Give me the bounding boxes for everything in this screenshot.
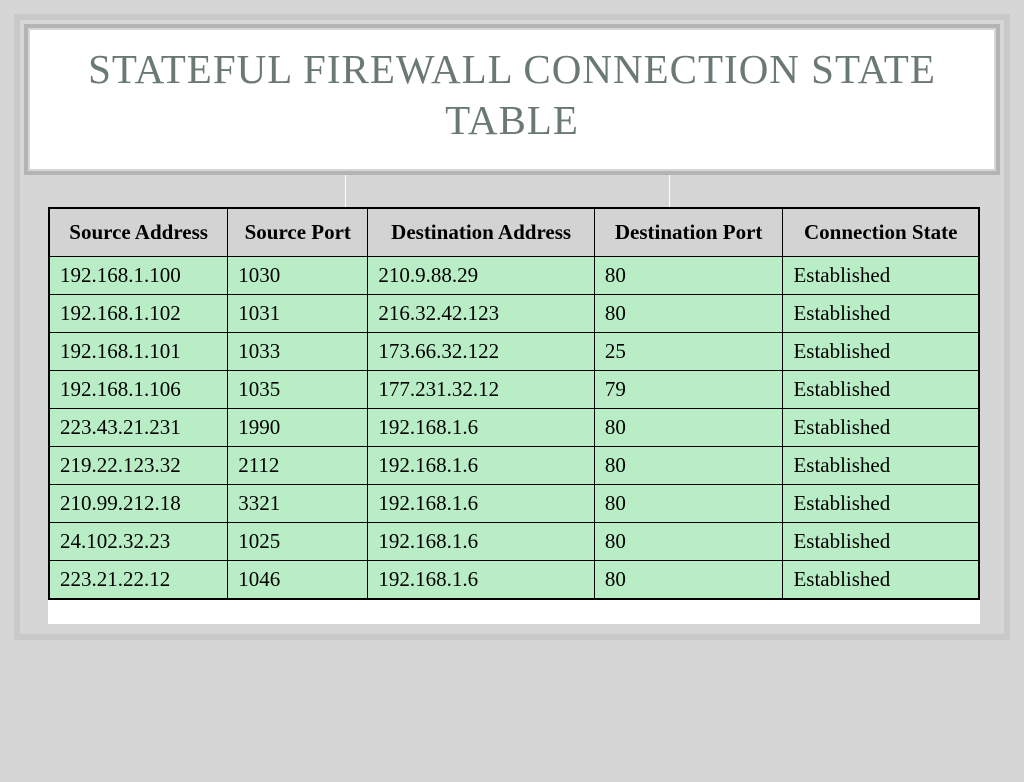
table-cell: Established: [783, 484, 979, 522]
table-cell: 80: [594, 256, 783, 294]
table-row: 24.102.32.231025192.168.1.680Established: [49, 522, 979, 560]
table-cell: 80: [594, 446, 783, 484]
slide-frame: STATEFUL FIREWALL CONNECTION STATE TABLE…: [14, 14, 1010, 640]
table-row: 192.168.1.1011033173.66.32.12225Establis…: [49, 332, 979, 370]
title-frame: STATEFUL FIREWALL CONNECTION STATE TABLE: [24, 24, 1000, 175]
table-row: 192.168.1.1061035177.231.32.1279Establis…: [49, 370, 979, 408]
table-cell: Established: [783, 370, 979, 408]
table-cell: 192.168.1.6: [368, 484, 595, 522]
table-cell: 2112: [228, 446, 368, 484]
page-title: STATEFUL FIREWALL CONNECTION STATE TABLE: [50, 44, 974, 147]
th-source-port: Source Port: [228, 208, 368, 257]
table-cell: 210.99.212.18: [49, 484, 228, 522]
table-cell: 192.168.1.6: [368, 446, 595, 484]
table-cell: 223.43.21.231: [49, 408, 228, 446]
table-cell: 1990: [228, 408, 368, 446]
table-header-row: Source Address Source Port Destination A…: [49, 208, 979, 257]
table-cell: 80: [594, 560, 783, 599]
table-cell: 79: [594, 370, 783, 408]
table-row: 210.99.212.183321192.168.1.680Establishe…: [49, 484, 979, 522]
table-cell: 80: [594, 408, 783, 446]
table-cell: 210.9.88.29: [368, 256, 595, 294]
table-cell: 173.66.32.122: [368, 332, 595, 370]
th-destination-address: Destination Address: [368, 208, 595, 257]
th-destination-port: Destination Port: [594, 208, 783, 257]
table-cell: 192.168.1.101: [49, 332, 228, 370]
table-cell: 1025: [228, 522, 368, 560]
table-container: Source Address Source Port Destination A…: [48, 207, 980, 624]
table-cell: 25: [594, 332, 783, 370]
table-cell: 80: [594, 522, 783, 560]
table-cell: 192.168.1.100: [49, 256, 228, 294]
table-cell: 1030: [228, 256, 368, 294]
table-cell: 24.102.32.23: [49, 522, 228, 560]
table-row: 223.43.21.2311990192.168.1.680Establishe…: [49, 408, 979, 446]
table-cell: 1033: [228, 332, 368, 370]
th-connection-state: Connection State: [783, 208, 979, 257]
table-row: 192.168.1.1001030210.9.88.2980Establishe…: [49, 256, 979, 294]
table-cell: 80: [594, 294, 783, 332]
table-cell: 3321: [228, 484, 368, 522]
connection-state-table: Source Address Source Port Destination A…: [48, 207, 980, 600]
table-cell: Established: [783, 332, 979, 370]
table-row: 223.21.22.121046192.168.1.680Established: [49, 560, 979, 599]
table-cell: Established: [783, 446, 979, 484]
table-cell: 1046: [228, 560, 368, 599]
table-cell: Established: [783, 256, 979, 294]
th-source-address: Source Address: [49, 208, 228, 257]
table-cell: 177.231.32.12: [368, 370, 595, 408]
table-cell: 192.168.1.106: [49, 370, 228, 408]
table-row: 219.22.123.322112192.168.1.680Establishe…: [49, 446, 979, 484]
table-row: 192.168.1.1021031216.32.42.12380Establis…: [49, 294, 979, 332]
table-cell: 192.168.1.6: [368, 560, 595, 599]
table-cell: 1031: [228, 294, 368, 332]
table-cell: 1035: [228, 370, 368, 408]
table-cell: 219.22.123.32: [49, 446, 228, 484]
table-cell: 192.168.1.6: [368, 522, 595, 560]
table-cell: 192.168.1.102: [49, 294, 228, 332]
spacer: [20, 175, 1004, 207]
table-cell: 80: [594, 484, 783, 522]
table-cell: Established: [783, 294, 979, 332]
table-cell: 223.21.22.12: [49, 560, 228, 599]
table-cell: Established: [783, 522, 979, 560]
table-cell: 192.168.1.6: [368, 408, 595, 446]
title-container: STATEFUL FIREWALL CONNECTION STATE TABLE: [30, 30, 994, 169]
table-cell: 216.32.42.123: [368, 294, 595, 332]
table-cell: Established: [783, 408, 979, 446]
table-cell: Established: [783, 560, 979, 599]
